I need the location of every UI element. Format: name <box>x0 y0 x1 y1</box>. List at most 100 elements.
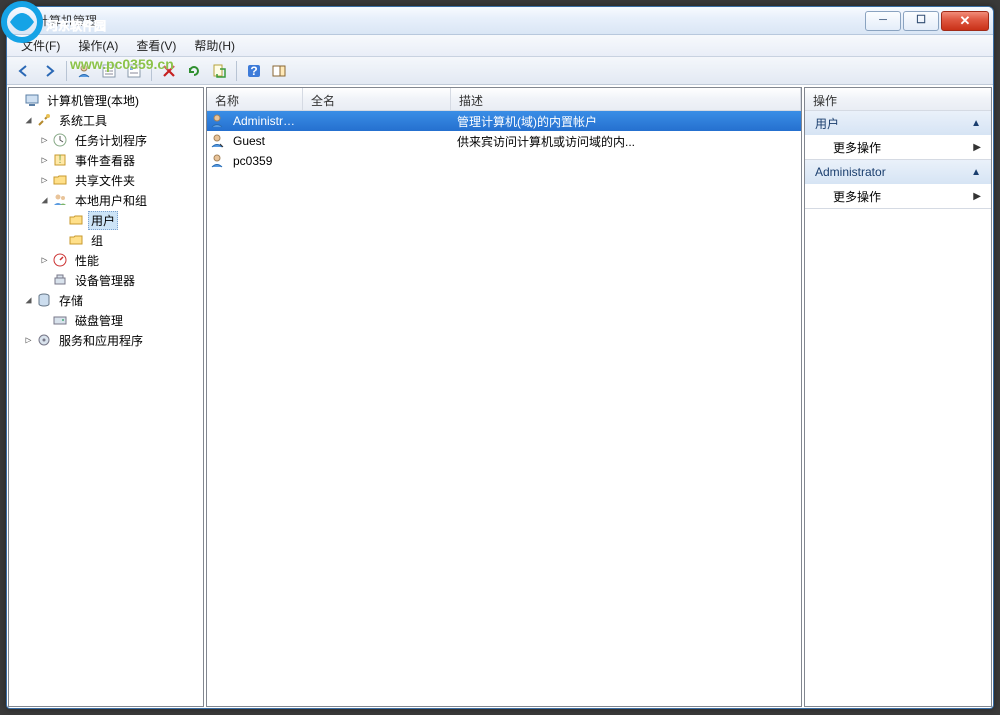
tree-local-users-groups[interactable]: ◢ 本地用户和组 <box>9 190 203 210</box>
users-icon <box>52 192 68 208</box>
action-pane-header: 操作 <box>805 88 991 111</box>
menu-file[interactable]: 文件(F) <box>13 35 68 56</box>
window-title: 计算机管理 <box>37 12 863 29</box>
tree-shared-folders[interactable]: ▷ 共享文件夹 <box>9 170 203 190</box>
tree-label: 服务和应用程序 <box>56 331 146 350</box>
tree-label: 性能 <box>72 251 102 270</box>
action-group-administrator: Administrator ▲ 更多操作 ▶ <box>805 160 991 209</box>
svg-text:?: ? <box>250 64 257 78</box>
tree-disk-management[interactable]: ▷ 磁盘管理 <box>9 310 203 330</box>
event-icon: ! <box>52 152 68 168</box>
tree-label: 系统工具 <box>56 111 110 130</box>
disk-icon <box>52 312 68 328</box>
tree-system-tools[interactable]: ◢ 系统工具 <box>9 110 203 130</box>
tree-label: 磁盘管理 <box>72 311 126 330</box>
tree-label: 任务计划程序 <box>72 131 150 150</box>
column-description[interactable]: 描述 <box>451 88 801 110</box>
action-link-label: 更多操作 <box>833 188 881 205</box>
tree-label: 共享文件夹 <box>72 171 138 190</box>
tree-task-scheduler[interactable]: ▷ 任务计划程序 <box>9 130 203 150</box>
app-icon <box>15 13 31 29</box>
delete-button[interactable] <box>158 60 180 82</box>
list-header: 名称 全名 描述 <box>207 88 801 111</box>
action-group-head-users[interactable]: 用户 ▲ <box>805 111 991 135</box>
tree-storage[interactable]: ◢ 存储 <box>9 290 203 310</box>
maximize-button[interactable]: ☐ <box>903 11 939 31</box>
cell-description: 供来宾访问计算机或访问域的内... <box>453 133 801 150</box>
tree-groups[interactable]: ▷ 组 <box>9 230 203 250</box>
collapse-icon: ▲ <box>971 118 981 129</box>
action-more-administrator[interactable]: 更多操作 ▶ <box>805 184 991 208</box>
user-icon <box>209 133 225 149</box>
shared-folder-icon <box>52 172 68 188</box>
tree-event-viewer[interactable]: ▷ ! 事件查看器 <box>9 150 203 170</box>
refresh-button[interactable] <box>183 60 205 82</box>
action-more-users[interactable]: 更多操作 ▶ <box>805 135 991 159</box>
list-row[interactable]: Administrat... 管理计算机(域)的内置帐户 <box>207 111 801 131</box>
menu-help[interactable]: 帮助(H) <box>186 35 243 56</box>
menu-bar: 文件(F) 操作(A) 查看(V) 帮助(H) <box>7 35 993 57</box>
action-group-users: 用户 ▲ 更多操作 ▶ <box>805 111 991 160</box>
tools-icon <box>36 112 52 128</box>
minimize-button[interactable]: ─ <box>865 11 901 31</box>
tree-label: 组 <box>88 231 106 250</box>
cell-name: Guest <box>229 134 305 148</box>
collapse-icon: ▲ <box>971 167 981 178</box>
tree-label: 事件查看器 <box>72 151 138 170</box>
properties-button[interactable] <box>123 60 145 82</box>
tree-pane: ▷ 计算机管理(本地) ◢ 系统工具 ▷ 任务计划程序 ▷ ! 事 <box>8 87 204 707</box>
menu-action[interactable]: 操作(A) <box>70 35 126 56</box>
action-link-label: 更多操作 <box>833 139 881 156</box>
svg-text:!: ! <box>58 152 61 166</box>
title-bar: 计算机管理 ─ ☐ ✕ <box>7 7 993 35</box>
user-icon <box>209 113 225 129</box>
chevron-right-icon: ▶ <box>973 191 981 202</box>
folder-icon <box>68 212 84 228</box>
tree-device-manager[interactable]: ▷ 设备管理器 <box>9 270 203 290</box>
new-user-button[interactable] <box>73 60 95 82</box>
computer-management-window: 计算机管理 ─ ☐ ✕ 文件(F) 操作(A) 查看(V) 帮助(H) ? <box>6 6 994 709</box>
tree-label: 设备管理器 <box>72 271 138 290</box>
action-group-title: Administrator <box>815 165 886 179</box>
close-button[interactable]: ✕ <box>941 11 989 31</box>
cell-name: pc0359 <box>229 154 305 168</box>
folder-icon <box>68 232 84 248</box>
device-icon <box>52 272 68 288</box>
toolbar-separator <box>66 61 67 81</box>
tree-root[interactable]: ▷ 计算机管理(本地) <box>9 90 203 110</box>
list-row[interactable]: pc0359 <box>207 151 801 171</box>
services-icon <box>36 332 52 348</box>
action-group-title: 用户 <box>815 115 839 132</box>
export-button[interactable] <box>208 60 230 82</box>
details-button[interactable] <box>98 60 120 82</box>
tree-services-apps[interactable]: ▷ 服务和应用程序 <box>9 330 203 350</box>
back-button[interactable] <box>13 60 35 82</box>
performance-icon <box>52 252 68 268</box>
list-row[interactable]: Guest 供来宾访问计算机或访问域的内... <box>207 131 801 151</box>
list-body: Administrat... 管理计算机(域)的内置帐户 Guest 供来宾访问… <box>207 111 801 706</box>
tree-label: 本地用户和组 <box>72 191 150 210</box>
content-area: ▷ 计算机管理(本地) ◢ 系统工具 ▷ 任务计划程序 ▷ ! 事 <box>7 85 993 708</box>
action-pane: 操作 用户 ▲ 更多操作 ▶ Administrator ▲ 更多操作 <box>804 87 992 707</box>
tree-label: 计算机管理(本地) <box>44 91 142 110</box>
action-group-head-administrator[interactable]: Administrator ▲ <box>805 160 991 184</box>
toolbar-separator <box>236 61 237 81</box>
chevron-right-icon: ▶ <box>973 142 981 153</box>
help-button[interactable]: ? <box>243 60 265 82</box>
toolbar: ? <box>7 57 993 85</box>
clock-icon <box>52 132 68 148</box>
user-icon <box>209 153 225 169</box>
computer-icon <box>24 92 40 108</box>
tree-users[interactable]: ▷ 用户 <box>9 210 203 230</box>
column-name[interactable]: 名称 <box>207 88 303 110</box>
list-pane: 名称 全名 描述 Administrat... 管理计算机(域)的内置帐户 Gu… <box>206 87 802 707</box>
forward-button[interactable] <box>38 60 60 82</box>
tree-label: 用户 <box>88 211 118 230</box>
toolbar-separator <box>151 61 152 81</box>
show-action-pane-button[interactable] <box>268 60 290 82</box>
column-fullname[interactable]: 全名 <box>303 88 451 110</box>
tree-performance[interactable]: ▷ 性能 <box>9 250 203 270</box>
menu-view[interactable]: 查看(V) <box>128 35 184 56</box>
storage-icon <box>36 292 52 308</box>
cell-description: 管理计算机(域)的内置帐户 <box>453 113 801 130</box>
